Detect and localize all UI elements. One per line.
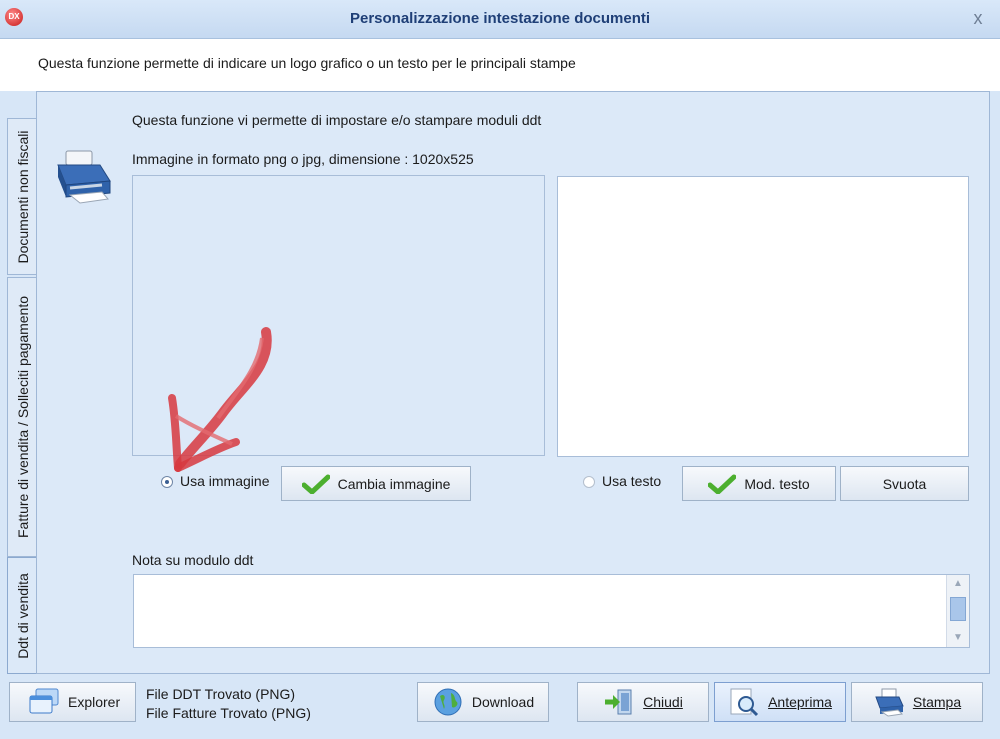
close-label: Chiudi (643, 694, 683, 710)
description-text: Questa funzione permette di indicare un … (38, 55, 576, 71)
window-title: Personalizzazione intestazione documenti (349, 10, 651, 27)
use-text-label[interactable]: Usa testo (602, 473, 661, 489)
note-textarea[interactable]: ▲ ▼ (133, 574, 970, 648)
checkmark-icon (301, 474, 330, 494)
use-image-label[interactable]: Usa immagine (180, 473, 269, 489)
tab-label: Documenti non fiscali (14, 129, 31, 264)
explorer-button[interactable]: Explorer (9, 682, 136, 722)
tab-fatture-di-vendita[interactable]: Fatture di vendita / Solleciti pagamento (7, 277, 37, 557)
close-button[interactable]: Chiudi (577, 682, 709, 722)
intro-text: Questa funzione vi permette di impostare… (132, 112, 542, 128)
use-image-radio[interactable] (161, 476, 173, 488)
note-label: Nota su modulo ddt (132, 552, 254, 568)
scroll-thumb[interactable] (950, 597, 966, 621)
change-image-button[interactable]: Cambia immagine (281, 466, 471, 501)
printer-icon (875, 688, 904, 717)
change-image-label: Cambia immagine (337, 475, 451, 492)
tab-documenti-non-fiscali[interactable]: Documenti non fiscali (7, 118, 37, 275)
clear-label: Svuota (882, 475, 927, 492)
file-status-fatture: File Fatture Trovato (PNG) (146, 705, 311, 721)
print-button[interactable]: Stampa (851, 682, 983, 722)
clear-button[interactable]: Svuota (840, 466, 969, 501)
magnifier-icon (730, 688, 759, 717)
scroll-down-icon[interactable]: ▼ (947, 629, 969, 647)
note-scrollbar[interactable]: ▲ ▼ (946, 575, 969, 647)
printer-icon (52, 147, 114, 205)
print-label: Stampa (912, 694, 962, 710)
file-status-ddt: File DDT Trovato (PNG) (146, 686, 296, 702)
preview-label: Anteprima (768, 694, 832, 710)
tab-ddt-di-vendita[interactable]: Ddt di vendita (7, 557, 37, 674)
edit-text-button[interactable]: Mod. testo (682, 466, 836, 501)
annotation-arrow (162, 326, 292, 476)
edit-text-label: Mod. testo (744, 475, 810, 492)
use-text-radio[interactable] (583, 476, 595, 488)
text-preview-panel (557, 176, 969, 457)
image-info-text: Immagine in formato png o jpg, dimension… (132, 151, 474, 167)
preview-button[interactable]: Anteprima (714, 682, 846, 722)
tab-label: Fatture di vendita / Solleciti pagamento (14, 295, 31, 539)
tab-label: Ddt di vendita (14, 572, 31, 659)
explorer-icon (29, 688, 59, 714)
globe-icon (434, 688, 462, 716)
download-label: Download (471, 694, 535, 710)
scroll-up-icon[interactable]: ▲ (947, 575, 969, 593)
explorer-label: Explorer (68, 694, 121, 710)
exit-door-icon (605, 689, 632, 715)
download-button[interactable]: Download (417, 682, 549, 722)
checkmark-icon (708, 474, 737, 494)
close-icon[interactable]: x (962, 4, 994, 32)
